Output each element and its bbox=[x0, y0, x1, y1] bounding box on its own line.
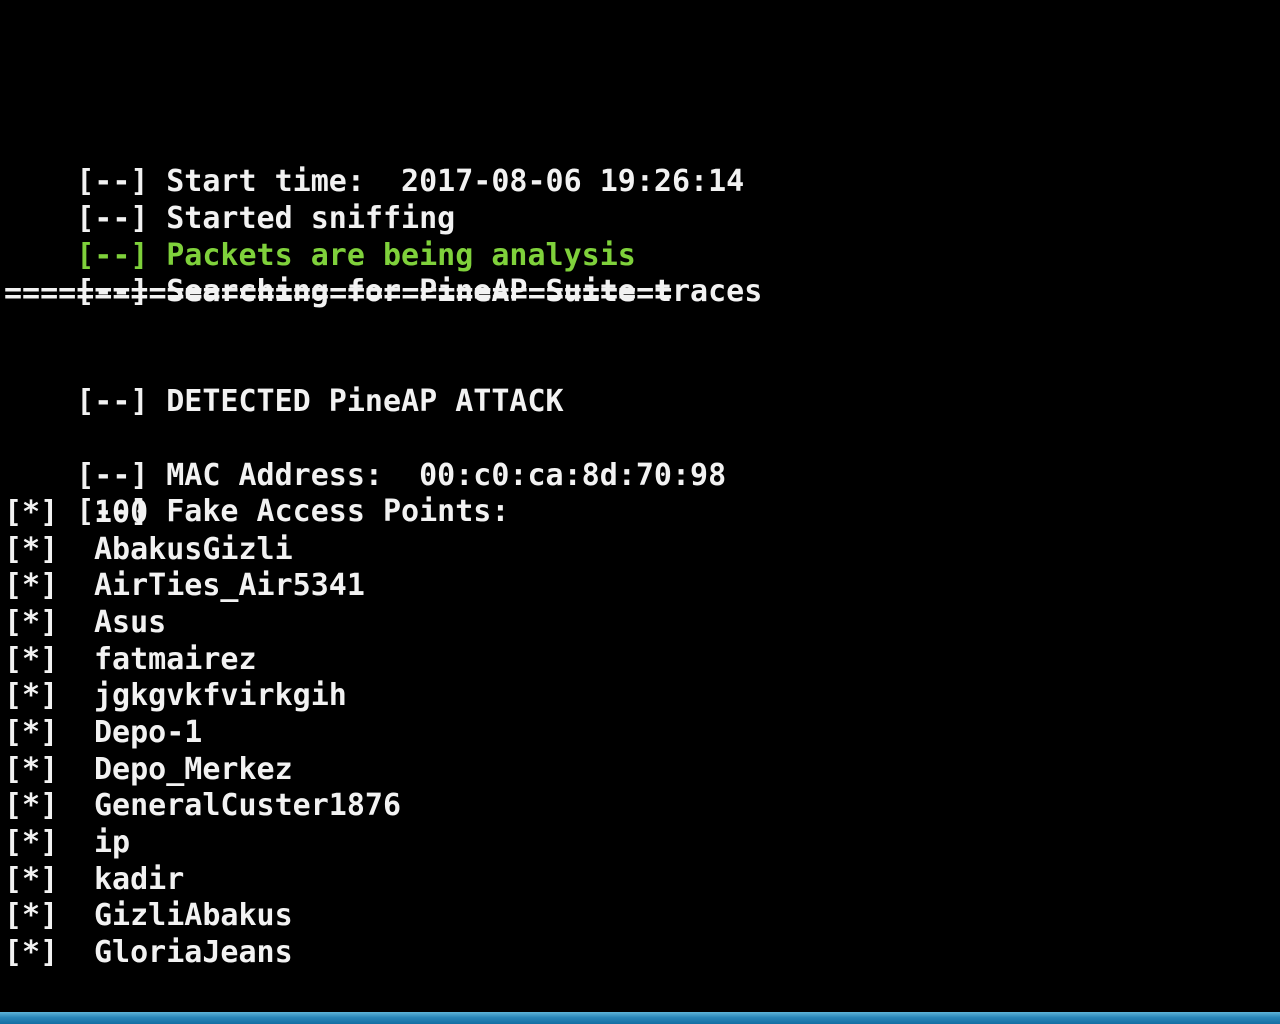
list-item: [*] jgkgvkfvirkgih bbox=[4, 678, 347, 714]
taskbar[interactable] bbox=[0, 1012, 1280, 1024]
list-item: [*] Depo-1 bbox=[4, 715, 202, 751]
list-item: [*] 100 bbox=[4, 495, 148, 531]
list-marker: [*] bbox=[4, 678, 59, 713]
list-marker: [*] bbox=[4, 935, 59, 970]
list-item: [*] kadir bbox=[4, 862, 184, 898]
list-marker: [*] bbox=[4, 532, 59, 567]
access-point-ssid: AbakusGizli bbox=[94, 532, 293, 567]
list-item: [*] ip bbox=[4, 825, 130, 861]
list-item: [*] AbakusGizli bbox=[4, 532, 293, 568]
access-point-ssid: jgkgvkfvirkgih bbox=[94, 678, 347, 713]
equals-rule: ===================================== bbox=[4, 276, 673, 311]
list-marker: [*] bbox=[4, 568, 59, 603]
list-marker: [*] bbox=[4, 862, 59, 897]
searching-line: [--] Searching for PineAP Suite traces bbox=[4, 238, 762, 309]
list-item: [*] GeneralCuster1876 bbox=[4, 788, 401, 824]
access-point-ssid: 100 bbox=[94, 495, 149, 530]
access-point-ssid: ip bbox=[94, 825, 131, 860]
list-marker: [*] bbox=[4, 605, 59, 640]
access-point-ssid: Depo_Merkez bbox=[94, 752, 293, 787]
access-point-ssid: fatmairez bbox=[94, 642, 257, 677]
list-marker: [*] bbox=[4, 788, 59, 823]
list-item: [*] Depo_Merkez bbox=[4, 752, 293, 788]
list-marker: [*] bbox=[4, 825, 59, 860]
packets-analysis-line: [--] Packets are being analysis bbox=[4, 202, 636, 273]
access-point-ssid: Asus bbox=[94, 605, 167, 640]
access-point-ssid: kadir bbox=[94, 862, 185, 897]
access-point-ssid: AirTies_Air5341 bbox=[94, 568, 365, 603]
top-dashed-rule: ----------------------------------------… bbox=[4, 0, 974, 14]
mac-address-line: [--] MAC Address: 00:c0:ca:8d:70:98 bbox=[4, 422, 726, 493]
list-marker: [*] bbox=[4, 898, 59, 933]
access-point-ssid: GeneralCuster1876 bbox=[94, 788, 402, 823]
access-point-ssid: GloriaJeans bbox=[94, 935, 293, 970]
started-sniffing-line: [--] Started sniffing bbox=[4, 165, 455, 236]
list-marker: [*] bbox=[4, 495, 59, 530]
list-item: [*] GloriaJeans bbox=[4, 935, 293, 971]
detected-attack-line: [--] DETECTED PineAP ATTACK bbox=[4, 348, 563, 419]
list-item: [*] AirTies_Air5341 bbox=[4, 568, 365, 604]
list-item: [*] fatmairez bbox=[4, 642, 257, 678]
start-time-line: [--] Start time: 2017-08-06 19:26:14 bbox=[4, 128, 744, 199]
fake-access-points-text: Fake Access Points: bbox=[166, 494, 510, 529]
list-item: [*] Asus bbox=[4, 605, 166, 641]
detected-attack-text: DETECTED PineAP ATTACK bbox=[166, 384, 564, 419]
list-marker: [*] bbox=[4, 715, 59, 750]
access-point-ssid: GizliAbakus bbox=[94, 898, 293, 933]
line-prefix: [--] bbox=[76, 384, 149, 419]
list-item: [*] GizliAbakus bbox=[4, 898, 293, 934]
fake-access-points-line: [--] Fake Access Points: bbox=[4, 458, 509, 529]
access-point-ssid: Depo-1 bbox=[94, 715, 203, 750]
list-marker: [*] bbox=[4, 642, 59, 677]
terminal-window[interactable]: ----------------------------------------… bbox=[0, 0, 1280, 1012]
list-marker: [*] bbox=[4, 752, 59, 787]
